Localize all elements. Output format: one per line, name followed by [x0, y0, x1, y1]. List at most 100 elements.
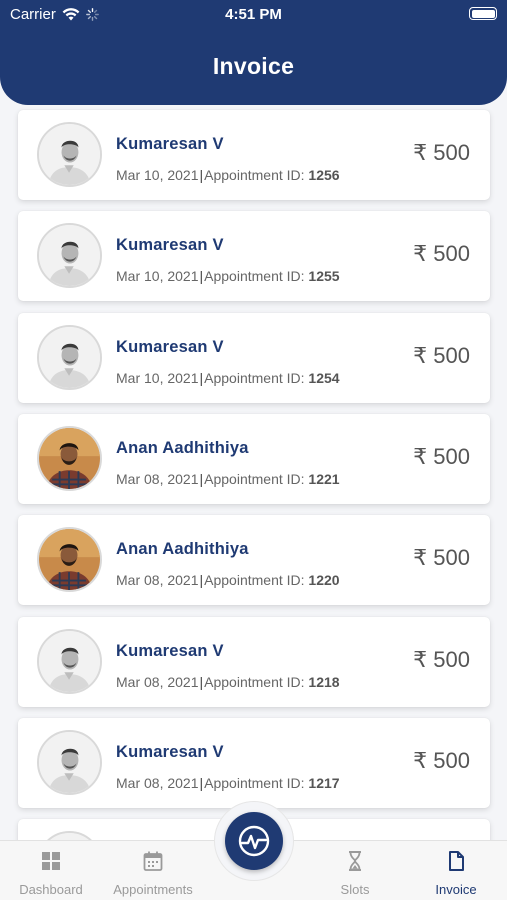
appointment-id-label: Appointment ID: [204, 674, 305, 690]
appointment-date: Mar 10, 2021 [116, 370, 199, 386]
invoice-amount: ₹ 500 [413, 647, 470, 673]
invoice-card[interactable]: Kumaresan V Mar 08, 2021|Appointment ID: … [18, 617, 490, 707]
appointment-date: Mar 08, 2021 [116, 674, 199, 690]
appointment-date: Mar 08, 2021 [116, 572, 199, 588]
appointment-meta: Mar 10, 2021|Appointment ID: 1254 [116, 370, 340, 386]
appointment-date: Mar 08, 2021 [116, 775, 199, 791]
user-avatar-icon [39, 327, 100, 388]
amount-value: 500 [433, 647, 470, 672]
avatar [37, 325, 102, 390]
appointment-meta: Mar 10, 2021|Appointment ID: 1255 [116, 268, 340, 284]
invoice-amount: ₹ 500 [413, 444, 470, 470]
user-avatar-icon [39, 631, 100, 692]
appointment-id-value: 1256 [308, 167, 340, 183]
invoice-card[interactable]: Kumaresan V Mar 08, 2021|Appointment ID: … [18, 718, 490, 808]
calendar-icon [143, 851, 163, 871]
app-header: Carrier 4:51 PM Invoice [0, 0, 507, 105]
currency-symbol: ₹ [413, 444, 428, 469]
patient-name: Anan Aadhithiya [116, 439, 249, 457]
patient-name: Anan Aadhithiya [116, 540, 249, 558]
amount-value: 500 [433, 444, 470, 469]
patient-name: Kumaresan V [116, 135, 224, 153]
battery-icon [469, 7, 497, 20]
avatar [37, 122, 102, 187]
meta-separator: | [199, 775, 204, 791]
appointment-meta: Mar 10, 2021|Appointment ID: 1256 [116, 167, 340, 183]
amount-value: 500 [433, 140, 470, 165]
meta-separator: | [199, 370, 204, 386]
invoice-card[interactable]: Kumaresan V Mar 10, 2021|Appointment ID: … [18, 313, 490, 403]
avatar [37, 426, 102, 491]
grid-icon [42, 852, 60, 870]
invoice-amount: ₹ 500 [413, 241, 470, 267]
user-avatar-icon [39, 833, 100, 840]
invoice-amount: ₹ 500 [413, 545, 470, 571]
user-avatar-icon [39, 225, 100, 286]
avatar [37, 629, 102, 694]
patient-name: Kumaresan V [116, 743, 224, 761]
amount-value: 500 [433, 241, 470, 266]
nav-invoice[interactable]: Invoice [405, 841, 507, 900]
appointment-id-label: Appointment ID: [204, 572, 305, 588]
appointment-id-label: Appointment ID: [204, 471, 305, 487]
invoice-card[interactable]: Kumaresan V Mar 10, 2021|Appointment ID: … [18, 211, 490, 301]
patient-name: Kumaresan V [116, 236, 224, 254]
nav-appointments[interactable]: Appointments [102, 841, 204, 900]
invoice-card[interactable]: Anan Aadhithiya Mar 08, 2021|Appointment … [18, 414, 490, 504]
amount-value: 500 [433, 343, 470, 368]
meta-separator: | [199, 471, 204, 487]
avatar [37, 730, 102, 795]
invoice-list[interactable]: Kumaresan V Mar 10, 2021|Appointment ID: … [0, 0, 507, 840]
nav-dashboard-label: Dashboard [19, 882, 83, 897]
amount-value: 500 [433, 545, 470, 570]
nav-appointments-label: Appointments [113, 882, 193, 897]
appointment-date: Mar 10, 2021 [116, 268, 199, 284]
status-time: 4:51 PM [225, 6, 282, 23]
meta-separator: | [199, 674, 204, 690]
pulse-logo-icon [238, 825, 270, 857]
appointment-id-value: 1221 [308, 471, 340, 487]
status-bar: Carrier 4:51 PM [0, 0, 507, 28]
user-avatar-icon [39, 529, 100, 590]
invoice-card[interactable]: Kumaresan V Mar 10, 2021|Appointment ID: … [18, 110, 490, 200]
hourglass-icon [349, 851, 361, 871]
nav-slots-label: Slots [340, 882, 370, 897]
currency-symbol: ₹ [413, 140, 428, 165]
appointment-id-value: 1218 [308, 674, 340, 690]
appointment-id-value: 1255 [308, 268, 340, 284]
appointment-meta: Mar 08, 2021|Appointment ID: 1220 [116, 572, 340, 588]
avatar [37, 223, 102, 288]
patient-name: Kumaresan V [116, 642, 224, 660]
user-avatar-icon [39, 732, 100, 793]
invoice-card[interactable]: Anan Aadhithiya Mar 08, 2021|Appointment … [18, 515, 490, 605]
appointment-id-value: 1220 [308, 572, 340, 588]
nav-dashboard[interactable]: Dashboard [0, 841, 102, 900]
center-home-button[interactable] [225, 812, 283, 870]
amount-value: 500 [433, 748, 470, 773]
user-avatar-icon [39, 124, 100, 185]
meta-separator: | [199, 572, 204, 588]
appointment-date: Mar 10, 2021 [116, 167, 199, 183]
appointment-id-label: Appointment ID: [204, 268, 305, 284]
invoice-amount: ₹ 500 [413, 343, 470, 369]
currency-symbol: ₹ [413, 545, 428, 570]
document-icon [449, 851, 464, 871]
appointment-id-label: Appointment ID: [204, 370, 305, 386]
appointment-id-label: Appointment ID: [204, 775, 305, 791]
invoice-amount: ₹ 500 [413, 748, 470, 774]
patient-name: Kumaresan V [116, 338, 224, 356]
currency-symbol: ₹ [413, 343, 428, 368]
nav-invoice-label: Invoice [435, 882, 477, 897]
currency-symbol: ₹ [413, 241, 428, 266]
appointment-meta: Mar 08, 2021|Appointment ID: 1218 [116, 674, 340, 690]
appointment-id-value: 1217 [308, 775, 340, 791]
appointment-meta: Mar 08, 2021|Appointment ID: 1221 [116, 471, 340, 487]
nav-slots[interactable]: Slots [304, 841, 406, 900]
appointment-date: Mar 08, 2021 [116, 471, 199, 487]
invoice-amount: ₹ 500 [413, 140, 470, 166]
meta-separator: | [199, 268, 204, 284]
page-title: Invoice [212, 53, 295, 79]
appointment-id-value: 1254 [308, 370, 340, 386]
appointment-id-label: Appointment ID: [204, 167, 305, 183]
currency-symbol: ₹ [413, 647, 428, 672]
